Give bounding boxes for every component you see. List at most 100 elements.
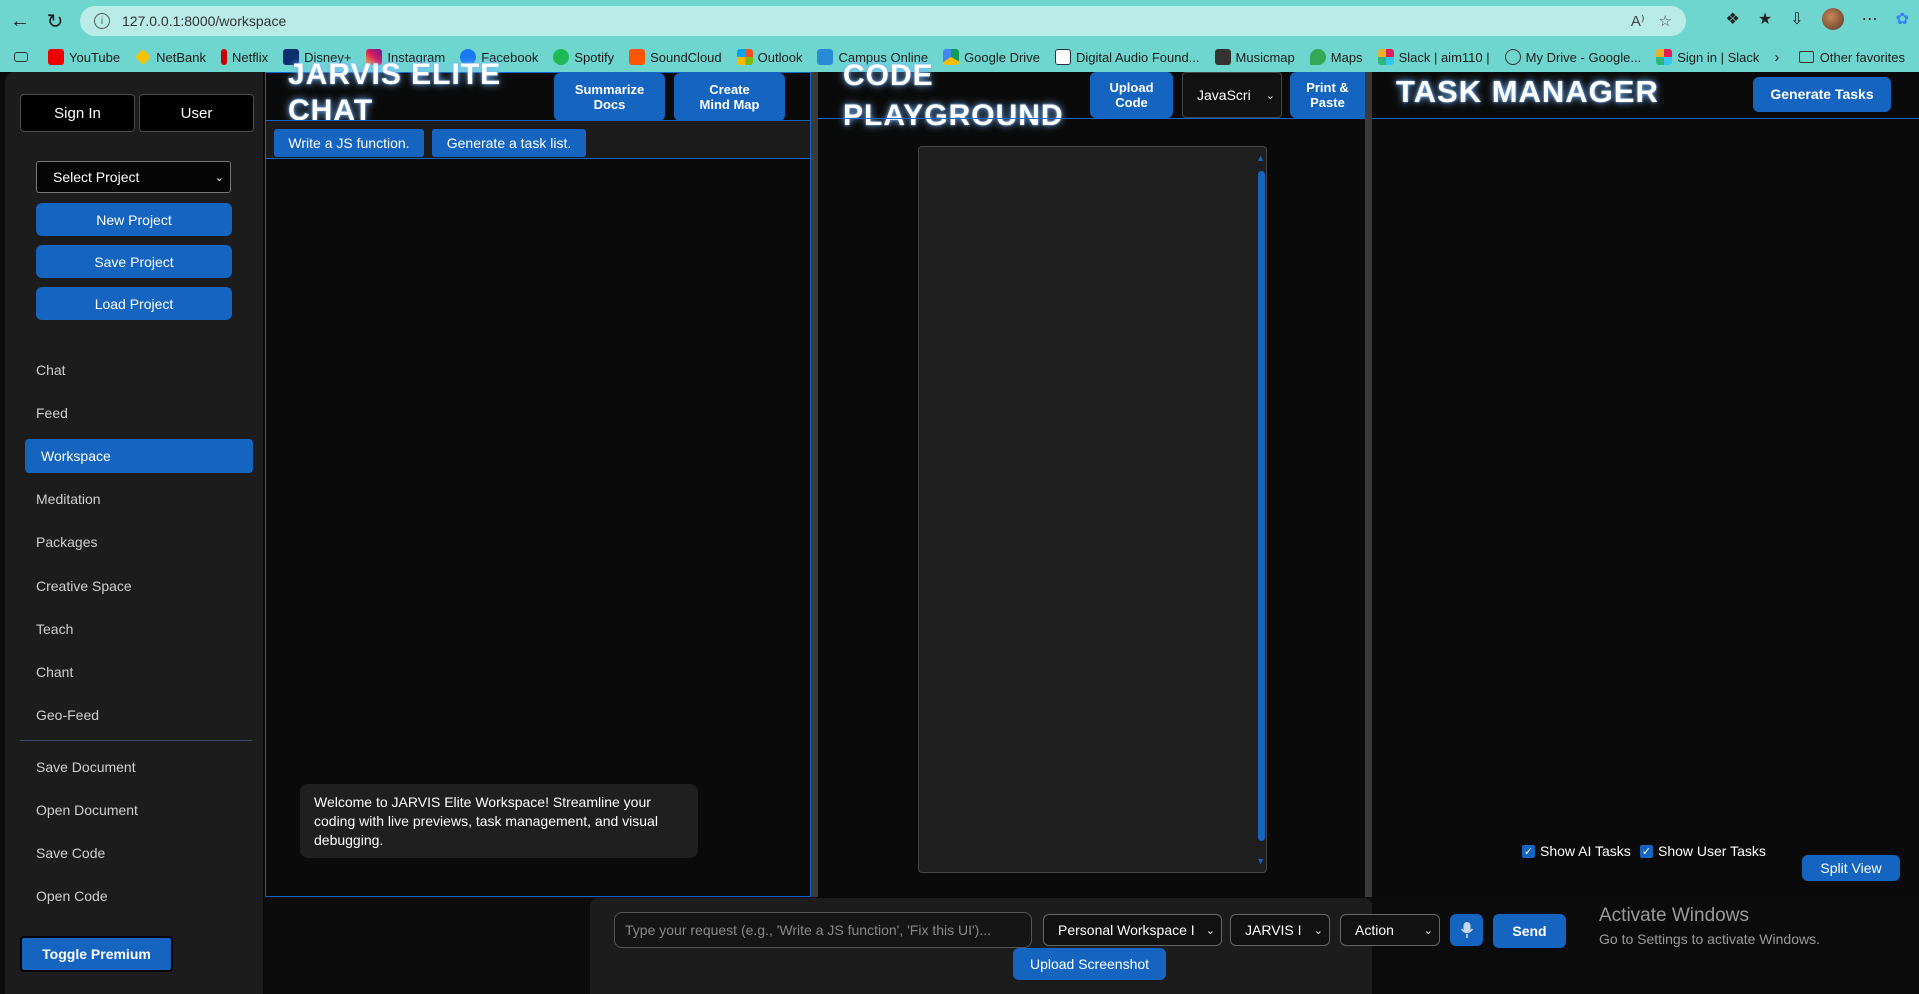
language-select[interactable]: JavaScri ⌄ xyxy=(1182,72,1282,118)
user-button[interactable]: User xyxy=(139,94,254,132)
sidebar-item-teach[interactable]: Teach xyxy=(36,621,73,637)
chat-title: JARVIS ELITE CHAT xyxy=(288,58,502,127)
favorite-star-icon[interactable]: ☆ xyxy=(1659,12,1672,30)
task-header-divider xyxy=(1372,118,1919,119)
bookmark-slack-signin[interactable]: Sign in | Slack xyxy=(1656,49,1759,65)
suggestion-task-list[interactable]: Generate a task list. xyxy=(432,129,586,157)
sidebar-item-chant[interactable]: Chant xyxy=(36,664,73,680)
upload-screenshot-button[interactable]: Upload Screenshot xyxy=(1013,948,1166,980)
tab-actions-icon[interactable] xyxy=(14,52,33,62)
bookmark-soundcloud[interactable]: SoundCloud xyxy=(629,49,722,65)
panel-resizer[interactable] xyxy=(1365,72,1372,897)
bookmark-slack[interactable]: Slack | aim110 | xyxy=(1377,49,1490,65)
send-button[interactable]: Send xyxy=(1493,914,1566,948)
chevron-down-icon: ⌄ xyxy=(1265,89,1275,102)
bookmark-digital-audio[interactable]: Digital Audio Found... xyxy=(1054,49,1200,65)
read-aloud-icon[interactable]: A⁾ xyxy=(1631,12,1645,30)
maps-icon xyxy=(1309,49,1326,65)
upload-code-button[interactable]: Upload Code xyxy=(1090,72,1173,118)
extensions-icon[interactable]: ❖ xyxy=(1726,9,1740,29)
refresh-icon[interactable]: ↻ xyxy=(37,3,73,39)
split-view-button[interactable]: Split View xyxy=(1802,855,1900,881)
more-bookmarks-chevron-icon[interactable]: › xyxy=(1774,49,1779,66)
app: Sign In User Select Project ⌄ New Projec… xyxy=(0,58,1919,994)
show-user-tasks-toggle[interactable]: ✓ Show User Tasks xyxy=(1640,843,1766,859)
sidebar-item-packages[interactable]: Packages xyxy=(36,534,97,550)
code-editor[interactable]: ▲ ▼ xyxy=(918,146,1267,873)
create-mind-map-button[interactable]: Create Mind Map xyxy=(674,73,785,121)
sidebar-item-feed[interactable]: Feed xyxy=(36,405,68,421)
sidebar-item-creative-space[interactable]: Creative Space xyxy=(36,578,132,594)
sidebar-divider xyxy=(20,740,252,741)
address-bar[interactable]: i 127.0.0.1:8000/workspace A⁾ ☆ xyxy=(80,6,1686,36)
scroll-down-arrow-icon[interactable]: ▼ xyxy=(1256,856,1265,866)
profile-avatar[interactable] xyxy=(1821,8,1844,30)
more-menu-icon[interactable]: ⋯ xyxy=(1862,9,1878,29)
slack-icon xyxy=(1377,49,1394,65)
bookmark-musicmap[interactable]: Musicmap xyxy=(1214,49,1295,65)
project-select[interactable]: Select Project ⌄ xyxy=(36,161,231,193)
chevron-down-icon: ⌄ xyxy=(1311,923,1323,937)
youtube-icon xyxy=(48,49,64,65)
checkbox-checked-icon[interactable]: ✓ xyxy=(1640,844,1653,858)
code-panel: CODE PLAYGROUND Upload Code JavaScri ⌄ Pr… xyxy=(818,59,1365,897)
generate-tasks-button[interactable]: Generate Tasks xyxy=(1753,77,1891,112)
browser-toolbar: ← ↻ i 127.0.0.1:8000/workspace A⁾ ☆ ❖ ★ … xyxy=(0,0,1919,42)
request-input[interactable]: Type your request (e.g., 'Write a JS fun… xyxy=(614,912,1032,948)
bookmark-spotify[interactable]: Spotify xyxy=(553,49,614,65)
bookmark-maps[interactable]: Maps xyxy=(1309,49,1363,65)
action-select[interactable]: Action ⌄ xyxy=(1340,914,1440,946)
slack-icon xyxy=(1656,49,1673,65)
sidebar: Sign In User Select Project ⌄ New Projec… xyxy=(5,72,263,994)
show-ai-tasks-toggle[interactable]: ✓ Show AI Tasks xyxy=(1522,843,1631,859)
chat-panel: JARVIS ELITE CHAT Summarize Docs Create Mi… xyxy=(265,58,811,897)
chevron-down-icon: ⌄ xyxy=(214,171,224,184)
print-paste-button[interactable]: Print & Paste xyxy=(1290,72,1365,118)
bookmark-netflix[interactable]: Netflix xyxy=(220,49,268,65)
model-select[interactable]: JARVIS I ⌄ xyxy=(1230,914,1330,946)
task-panel: TASK MANAGER Generate Tasks ✓ Show AI Ta… xyxy=(1372,72,1919,897)
sidebar-item-save-document[interactable]: Save Document xyxy=(36,759,136,775)
bookmark-outlook[interactable]: Outlook xyxy=(736,49,802,65)
downloads-icon[interactable]: ⇩ xyxy=(1790,9,1803,29)
sidebar-item-open-code[interactable]: Open Code xyxy=(36,888,108,904)
favorites-icon[interactable]: ★ xyxy=(1758,9,1772,29)
chevron-down-icon: ⌄ xyxy=(1203,923,1215,937)
campus-online-icon xyxy=(817,49,834,65)
checkbox-checked-icon[interactable]: ✓ xyxy=(1522,844,1535,858)
suggestion-js-function[interactable]: Write a JS function. xyxy=(274,129,424,157)
sidebar-item-geo-feed[interactable]: Geo-Feed xyxy=(36,707,99,723)
load-project-button[interactable]: Load Project xyxy=(36,287,232,320)
netbank-icon xyxy=(135,49,152,65)
folder-icon xyxy=(1798,51,1814,63)
bookmark-netbank[interactable]: NetBank xyxy=(135,49,206,65)
sidebar-item-save-code[interactable]: Save Code xyxy=(36,845,105,861)
sidebar-item-meditation[interactable]: Meditation xyxy=(36,491,101,507)
save-project-button[interactable]: Save Project xyxy=(36,245,232,278)
other-favorites[interactable]: Other favorites xyxy=(1798,50,1905,65)
workspace-select[interactable]: Personal Workspace I ⌄ xyxy=(1043,914,1222,946)
microphone-button[interactable] xyxy=(1450,914,1483,946)
suggestion-bar: Write a JS function. Generate a task lis… xyxy=(266,121,810,159)
sign-in-button[interactable]: Sign In xyxy=(20,94,135,132)
task-manager-title: TASK MANAGER xyxy=(1396,74,1659,109)
editor-scrollbar[interactable] xyxy=(1258,171,1265,841)
musicmap-icon xyxy=(1214,49,1231,65)
url-text: 127.0.0.1:8000/workspace xyxy=(122,13,287,29)
bookmark-youtube[interactable]: YouTube xyxy=(48,49,120,65)
copilot-icon[interactable]: ✿ xyxy=(1896,9,1909,29)
code-header-divider xyxy=(818,118,1365,119)
toggle-premium-button[interactable]: Toggle Premium xyxy=(20,936,173,972)
scroll-up-arrow-icon[interactable]: ▲ xyxy=(1256,153,1265,163)
sidebar-item-chat[interactable]: Chat xyxy=(36,362,66,378)
sidebar-item-workspace[interactable]: Workspace xyxy=(25,439,253,473)
panel-resizer[interactable] xyxy=(811,72,818,897)
summarize-docs-button[interactable]: Summarize Docs xyxy=(554,73,665,121)
site-info-icon[interactable]: i xyxy=(94,13,110,29)
back-icon[interactable]: ← xyxy=(2,3,38,39)
bookmark-my-drive[interactable]: My Drive - Google... xyxy=(1504,49,1641,65)
new-project-button[interactable]: New Project xyxy=(36,203,232,236)
request-input-bar: Type your request (e.g., 'Write a JS fun… xyxy=(590,898,1440,994)
project-select-value: Select Project xyxy=(53,169,140,185)
sidebar-item-open-document[interactable]: Open Document xyxy=(36,802,138,818)
